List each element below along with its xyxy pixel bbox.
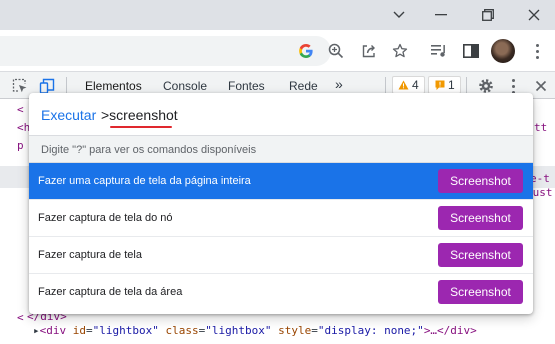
star-icon[interactable] (390, 41, 410, 61)
attr-value: "lightbox" (92, 324, 159, 337)
tab-sources[interactable]: Fontes (228, 79, 265, 93)
warning-icon (398, 80, 409, 91)
tab-console[interactable]: Console (163, 79, 207, 93)
command-item-node[interactable]: Fazer captura de tela do nó Screenshot (29, 200, 533, 237)
google-lens-icon[interactable] (296, 41, 316, 61)
attr-value: "lightbox" (205, 324, 272, 337)
close-icon[interactable] (511, 0, 555, 30)
command-prefix: Executar (41, 107, 97, 123)
address-bar[interactable] (0, 36, 331, 66)
chevron-down-icon[interactable] (376, 0, 422, 30)
command-item-label: Fazer captura de tela da área (38, 286, 183, 298)
warnings-count: 4 (412, 78, 419, 92)
command-item-label: Fazer uma captura de tela da página inte… (38, 175, 251, 187)
close-devtools-icon[interactable] (531, 76, 551, 96)
tab-network[interactable]: Rede (289, 79, 318, 93)
side-panel-icon[interactable] (460, 40, 482, 62)
media-controls-icon[interactable] (428, 40, 450, 62)
command-query[interactable]: >screenshot (101, 107, 178, 123)
command-menu: Executar >screenshot Digite "?" para ver… (29, 93, 533, 314)
tab-separator (385, 77, 386, 94)
screenshot-button[interactable]: Screenshot (438, 169, 523, 193)
command-hint: Digite "?" para ver os comandos disponív… (29, 135, 533, 163)
inspect-element-icon[interactable] (10, 76, 30, 96)
issues-badge[interactable]: 1 (428, 76, 461, 94)
tag-close: >…</div> (423, 324, 477, 337)
command-item-viewport[interactable]: Fazer captura de tela Screenshot (29, 237, 533, 274)
attr-name: id (72, 324, 86, 337)
menu-icon[interactable] (527, 40, 547, 62)
code-gutter-4: < (17, 311, 24, 324)
expand-arrow-icon[interactable]: ▸ (33, 324, 40, 337)
minimize-icon[interactable] (418, 0, 464, 30)
zoom-icon[interactable] (326, 41, 346, 61)
screenshot-button[interactable]: Screenshot (438, 280, 523, 304)
attr-value: "display: none;" (317, 324, 424, 337)
profile-avatar[interactable] (491, 39, 515, 63)
code-gutter-1: < (17, 103, 24, 116)
code-gutter-3: p (17, 139, 24, 152)
warnings-badge[interactable]: 4 (392, 76, 425, 94)
tab-separator (466, 77, 467, 94)
code-fragment-1: tt (534, 121, 548, 134)
command-item-full-page[interactable]: Fazer uma captura de tela da página inte… (29, 163, 533, 200)
issue-icon (434, 80, 445, 91)
window-titlebar (0, 0, 555, 30)
tab-elements[interactable]: Elementos (85, 79, 142, 93)
attr-name: style (278, 324, 312, 337)
command-item-label: Fazer captura de tela do nó (38, 212, 173, 224)
command-hint-text: Digite "?" para ver os comandos disponív… (41, 144, 257, 156)
browser-toolbar (0, 30, 555, 72)
command-item-label: Fazer captura de tela (38, 249, 142, 261)
command-input[interactable]: Executar >screenshot (29, 93, 533, 135)
screenshot-button[interactable]: Screenshot (438, 243, 523, 267)
lightbox-node-line[interactable]: ▸<div id="lightbox" class="lightbox" sty… (33, 324, 477, 337)
screenshot-button[interactable]: Screenshot (438, 206, 523, 230)
restore-icon[interactable] (465, 0, 511, 30)
more-tabs-icon[interactable]: » (335, 76, 343, 92)
tab-separator (66, 77, 67, 94)
tag-open: <div (39, 324, 67, 337)
command-item-area[interactable]: Fazer captura de tela da área Screenshot (29, 274, 533, 311)
spellcheck-underline (110, 126, 172, 128)
attr-name: class (165, 324, 199, 337)
share-icon[interactable] (359, 41, 379, 61)
issues-count: 1 (448, 78, 455, 92)
